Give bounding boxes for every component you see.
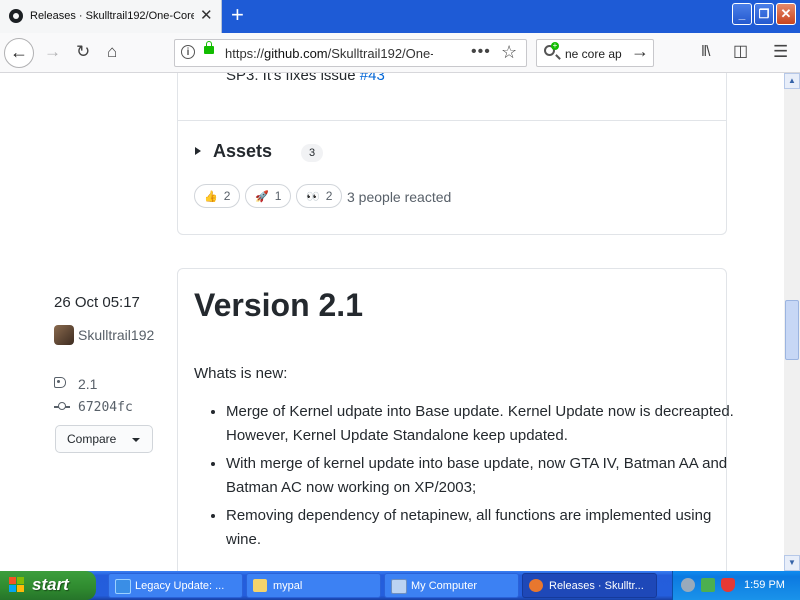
eyes-icon: 👀 xyxy=(306,191,320,203)
secure-lock-icon xyxy=(204,41,214,54)
chevron-down-icon xyxy=(132,438,140,442)
scroll-up-arrow-icon[interactable]: ▲ xyxy=(784,73,800,89)
assets-caret-icon[interactable] xyxy=(195,147,201,155)
previous-release-card: SP3. It's fixes issue #43 Assets 3 👍 2 🚀 1… xyxy=(177,73,727,235)
reacted-summary: 3 people reacted xyxy=(347,189,452,205)
page-viewport: SP3. It's fixes issue #43 Assets 3 👍 2 🚀 1… xyxy=(0,73,784,571)
release-intro: Whats is new: xyxy=(194,365,288,382)
commit-icon xyxy=(54,402,70,410)
commit-link[interactable]: 67204fc xyxy=(78,400,133,415)
reaction-count: 2 xyxy=(223,189,231,203)
list-item: Merge of Kernel udpate into Base update.… xyxy=(226,400,736,448)
release-title[interactable]: Version 2.1 xyxy=(194,287,363,324)
site-info-icon[interactable]: i xyxy=(181,45,195,59)
thumbs-up-icon: 👍 xyxy=(204,191,218,203)
taskbar-button-releases[interactable]: Releases · Skulltr... xyxy=(522,573,657,598)
url-host: github.com xyxy=(264,46,328,61)
start-button[interactable]: start xyxy=(0,571,96,600)
url-bar[interactable]: i https://github.com/Skulltrail192/One-C… xyxy=(174,39,527,67)
new-tab-button[interactable]: + xyxy=(231,4,244,26)
ie-icon xyxy=(115,579,131,594)
tab-releases[interactable]: Releases · Skulltrail192/One-Core-API-Bi… xyxy=(0,0,222,33)
taskbar: start Legacy Update: ... mypal My Comput… xyxy=(0,571,800,600)
forward-button[interactable]: → xyxy=(44,41,61,63)
tab-title: Releases · Skulltrail192/One-Core-API-Bi… xyxy=(30,10,194,22)
add-search-engine-icon: + xyxy=(551,41,559,50)
sidebar-icon[interactable]: ◫ xyxy=(733,41,748,63)
taskbar-button-label: Releases · Skulltr... xyxy=(549,580,644,592)
reaction-rocket[interactable]: 🚀 1 xyxy=(245,184,292,208)
bookmark-star-icon[interactable]: ☆ xyxy=(501,42,517,63)
vertical-scrollbar[interactable]: ▲ ▼ xyxy=(784,73,800,571)
url-prefix: https:// xyxy=(225,46,265,61)
reaction-count: 2 xyxy=(325,189,333,203)
reaction-count: 1 xyxy=(274,189,282,203)
reaction-eyes[interactable]: 👀 2 xyxy=(296,184,343,208)
release-note-line: SP3. It's fixes issue #43 xyxy=(226,73,385,84)
safely-remove-tray-icon[interactable] xyxy=(701,578,715,592)
taskbar-button-label: Legacy Update: ... xyxy=(135,580,225,592)
github-favicon-icon xyxy=(9,9,23,23)
maximize-button[interactable]: ❐ xyxy=(754,3,774,25)
tag-icon xyxy=(54,377,66,388)
close-window-button[interactable]: ✕ xyxy=(776,3,796,25)
library-icon[interactable]: ‖\ xyxy=(701,41,710,63)
windows-flag-icon xyxy=(9,577,25,593)
release-card: Version 2.1 Whats is new: Merge of Kerne… xyxy=(177,268,734,571)
release-date: 26 Oct 05:17 xyxy=(54,294,140,311)
firefox-icon xyxy=(529,579,543,592)
browser-titlebar: Releases · Skulltrail192/One-Core-API-Bi… xyxy=(0,0,800,33)
fix-text: SP3. It's fixes issue xyxy=(226,73,356,84)
back-arrow-icon: ← xyxy=(10,42,28,62)
url-path: /Skulltrail192/One-Core-API-Binaries/rel… xyxy=(327,46,433,61)
minimize-button[interactable]: _ xyxy=(732,3,752,25)
taskbar-button-my-computer[interactable]: My Computer xyxy=(384,573,519,598)
tab-close-icon[interactable]: ✕ xyxy=(200,8,213,23)
folder-icon xyxy=(253,579,267,592)
home-button[interactable]: ⌂ xyxy=(107,41,117,63)
navigation-toolbar: ← → ↻ ⌂ i https://github.com/Skulltrail1… xyxy=(0,33,800,73)
assets-count-badge: 3 xyxy=(301,144,323,162)
reaction-thumbs-up[interactable]: 👍 2 xyxy=(194,184,241,208)
release-notes-list: Merge of Kernel udpate into Base update.… xyxy=(194,400,736,556)
start-label: start xyxy=(32,575,69,594)
taskbar-button-label: My Computer xyxy=(411,580,478,592)
taskbar-button-mypal[interactable]: mypal xyxy=(246,573,381,598)
list-item: With merge of kernel update into base up… xyxy=(226,452,736,500)
network-tray-icon[interactable] xyxy=(681,578,695,592)
scrollbar-thumb[interactable] xyxy=(785,300,799,360)
issue-link[interactable]: #43 xyxy=(360,73,385,84)
taskbar-button-label: mypal xyxy=(273,580,303,592)
compare-button[interactable]: Compare xyxy=(55,425,153,453)
back-button[interactable]: ← xyxy=(4,38,34,68)
taskbar-button-legacy-update[interactable]: Legacy Update: ... xyxy=(108,573,243,598)
system-tray: 1:59 PM xyxy=(672,571,800,600)
url-text[interactable]: https://github.com/Skulltrail192/One-Cor… xyxy=(225,46,433,61)
computer-icon xyxy=(391,579,407,594)
page-actions-icon[interactable]: ••• xyxy=(471,43,491,61)
divider xyxy=(178,120,726,121)
clock: 1:59 PM xyxy=(744,579,785,591)
tag-link[interactable]: 2.1 xyxy=(78,376,97,392)
rocket-icon: 🚀 xyxy=(255,191,269,203)
compare-label: Compare xyxy=(67,432,117,446)
scroll-down-arrow-icon[interactable]: ▼ xyxy=(784,555,800,571)
search-go-arrow-icon[interactable]: → xyxy=(631,41,649,62)
reload-button[interactable]: ↻ xyxy=(76,41,90,63)
author-link[interactable]: Skulltrail192 xyxy=(54,324,154,346)
list-item: Removing dependency of netapinew, all fu… xyxy=(226,504,736,552)
hamburger-menu-icon[interactable]: ☰ xyxy=(773,41,788,63)
assets-toggle[interactable]: Assets xyxy=(213,141,272,162)
search-bar[interactable]: + ne core ap → xyxy=(536,39,654,67)
search-input[interactable]: ne core ap xyxy=(565,47,627,61)
security-shield-icon[interactable] xyxy=(721,578,735,592)
